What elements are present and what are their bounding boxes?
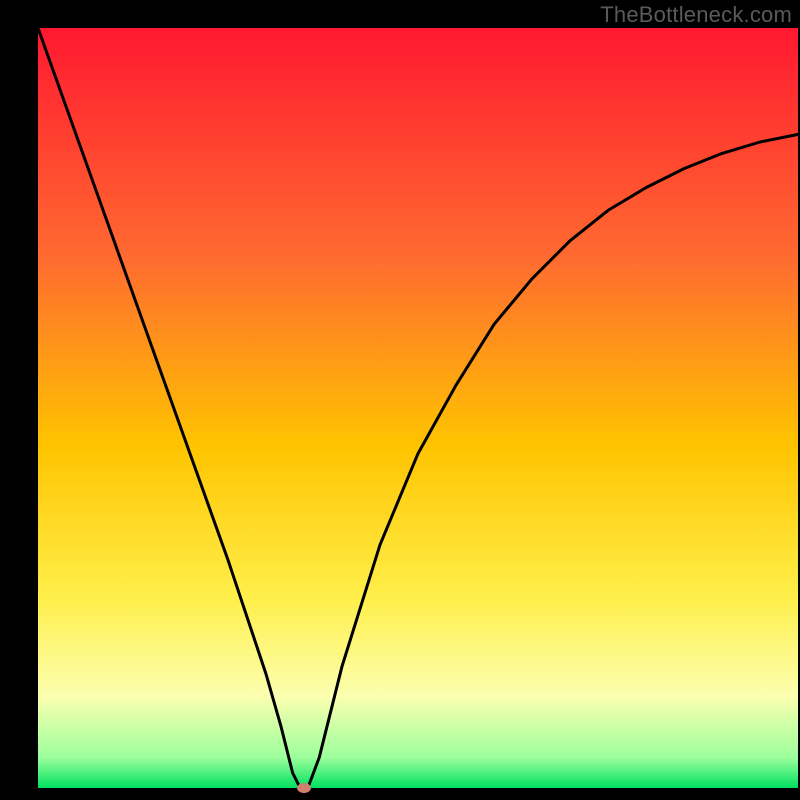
chart-background	[38, 28, 798, 788]
bottleneck-chart	[0, 0, 800, 800]
chart-frame: TheBottleneck.com	[0, 0, 800, 800]
watermark-label: TheBottleneck.com	[600, 2, 792, 28]
optimal-point-marker	[297, 783, 311, 793]
